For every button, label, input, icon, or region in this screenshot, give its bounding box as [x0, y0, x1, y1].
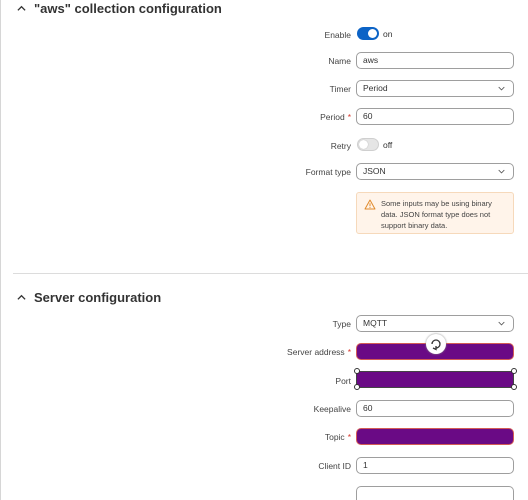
- rotate-icon: [431, 339, 441, 351]
- warning-text: Some inputs may be using binary data. JS…: [381, 199, 492, 230]
- keepalive-input[interactable]: 60: [356, 400, 514, 417]
- chevron-down-icon: [498, 321, 505, 326]
- enable-toggle[interactable]: [357, 27, 379, 40]
- timer-row: Timer Period: [1, 80, 528, 100]
- period-row: Period * 60: [1, 108, 528, 128]
- resize-handle[interactable]: [354, 368, 360, 374]
- rotate-handle[interactable]: [426, 334, 446, 354]
- keepalive-label: Keepalive: [313, 404, 351, 414]
- server-address-label: Server address *: [287, 347, 351, 357]
- name-row: Name aws: [1, 52, 528, 72]
- retry-label: Retry: [330, 141, 351, 151]
- enable-state: on: [383, 29, 393, 39]
- port-input[interactable]: [356, 371, 514, 388]
- timer-value: Period: [363, 83, 388, 93]
- chevron-up-icon: [17, 294, 26, 300]
- retry-toggle[interactable]: [357, 138, 379, 151]
- client-id-label: Client ID: [318, 461, 351, 471]
- format-type-row: Format type JSON: [1, 163, 528, 183]
- required-marker: *: [347, 347, 351, 357]
- section-title: Server configuration: [34, 290, 162, 305]
- topic-label: Topic *: [324, 432, 351, 442]
- chevron-down-icon: [498, 169, 505, 174]
- type-row: Type MQTT: [1, 315, 528, 335]
- binary-data-warning: Some inputs may be using binary data. JS…: [356, 192, 514, 234]
- period-label: Period *: [320, 112, 351, 122]
- section-title: "aws" collection configuration: [34, 1, 222, 16]
- warning-icon: [364, 199, 376, 210]
- port-row: Port: [1, 371, 528, 391]
- section-divider: [13, 273, 528, 274]
- chevron-down-icon: [498, 86, 505, 91]
- enable-label: Enable: [324, 30, 351, 40]
- content-panel: "aws" collection configuration Enable on…: [0, 0, 528, 500]
- type-select[interactable]: MQTT: [356, 315, 514, 332]
- collection-config-header[interactable]: "aws" collection configuration: [13, 1, 222, 16]
- type-value: MQTT: [363, 318, 388, 328]
- format-type-value: JSON: [363, 166, 386, 176]
- resize-handle[interactable]: [354, 384, 360, 390]
- client-id-input[interactable]: 1: [356, 457, 514, 474]
- topic-row: Topic *: [1, 428, 528, 448]
- name-input[interactable]: aws: [356, 52, 514, 69]
- timer-label: Timer: [329, 84, 351, 94]
- enable-row: Enable on: [1, 26, 528, 46]
- resize-handle[interactable]: [511, 368, 517, 374]
- retry-row: Retry off: [1, 137, 528, 157]
- required-marker: *: [347, 112, 351, 122]
- name-label: Name: [328, 56, 351, 66]
- format-type-select[interactable]: JSON: [356, 163, 514, 180]
- next-field-partial[interactable]: [356, 486, 514, 500]
- server-config-header[interactable]: Server configuration: [13, 290, 161, 305]
- retry-state: off: [383, 140, 393, 150]
- format-type-label: Format type: [305, 167, 351, 177]
- client-id-row: Client ID 1: [1, 457, 528, 477]
- server-address-row: Server address *: [1, 343, 528, 363]
- keepalive-row: Keepalive 60: [1, 400, 528, 420]
- required-marker: *: [347, 432, 351, 442]
- chevron-up-icon: [17, 5, 26, 11]
- timer-select[interactable]: Period: [356, 80, 514, 97]
- resize-handle[interactable]: [511, 384, 517, 390]
- period-input[interactable]: 60: [356, 108, 514, 125]
- topic-input[interactable]: [356, 428, 514, 445]
- type-label: Type: [332, 319, 351, 329]
- port-label: Port: [335, 376, 351, 386]
